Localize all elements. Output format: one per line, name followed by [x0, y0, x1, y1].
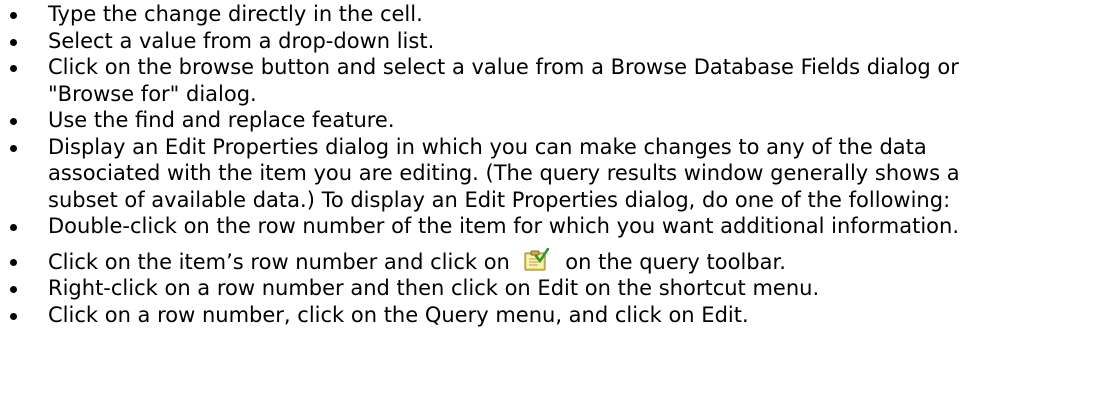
list-item: Click on the item’s row number and click… [0, 244, 1112, 276]
document-page: Type the change directly in the cell. Se… [0, 0, 1112, 408]
list-item-text: Click on the browse button and select a … [48, 55, 959, 79]
bullet-icon [10, 38, 17, 46]
list-item-text-after-icon: on the query toolbar. [565, 249, 786, 274]
list-item-text: Right-click on a row number and then cli… [48, 276, 820, 300]
bullet-icon [10, 286, 17, 293]
list-item: Type the change directly in the cell. [0, 1, 1112, 28]
list-item: Display an Edit Properties dialog in whi… [0, 134, 1112, 214]
list-item: Double-click on the row number of the it… [0, 213, 1112, 244]
list-item: Right-click on a row number and then cli… [0, 275, 1112, 302]
bullet-icon [10, 12, 17, 19]
bullet-list: Type the change directly in the cell. Se… [0, 1, 1112, 328]
list-item: Use the find and replace feature. [0, 107, 1112, 134]
list-item-text: Click on the item’s row number and click… [48, 249, 510, 274]
list-item-text-continued: subset of available data.) To display an… [48, 187, 951, 212]
bullet-icon [10, 65, 17, 72]
list-item-text: Display an Edit Properties dialog in whi… [48, 134, 927, 159]
list-item-text: Type the change directly in the cell. [48, 2, 423, 26]
list-item-text-continued: "Browse for" dialog. [48, 81, 257, 106]
list-item-text-continued: associated with the item you are editing… [48, 161, 960, 185]
list-item-text: Select a value from a drop-down list. [48, 28, 435, 53]
list-item-text: Click on a row number, click on the Quer… [48, 302, 749, 327]
list-item: Click on the browse button and select a … [0, 54, 1112, 107]
edit-properties-icon [523, 247, 549, 272]
list-item: Select a value from a drop-down list. [0, 28, 1112, 55]
list-item: Click on a row number, click on the Quer… [0, 302, 1112, 329]
bullet-icon [10, 224, 17, 231]
bullet-icon [10, 118, 17, 125]
bullet-icon [10, 144, 17, 152]
bullet-icon [10, 258, 17, 266]
bullet-icon [10, 312, 17, 320]
list-item-text: Double-click on the row number of the it… [48, 214, 960, 238]
list-item-text: Use the find and replace feature. [48, 108, 395, 132]
